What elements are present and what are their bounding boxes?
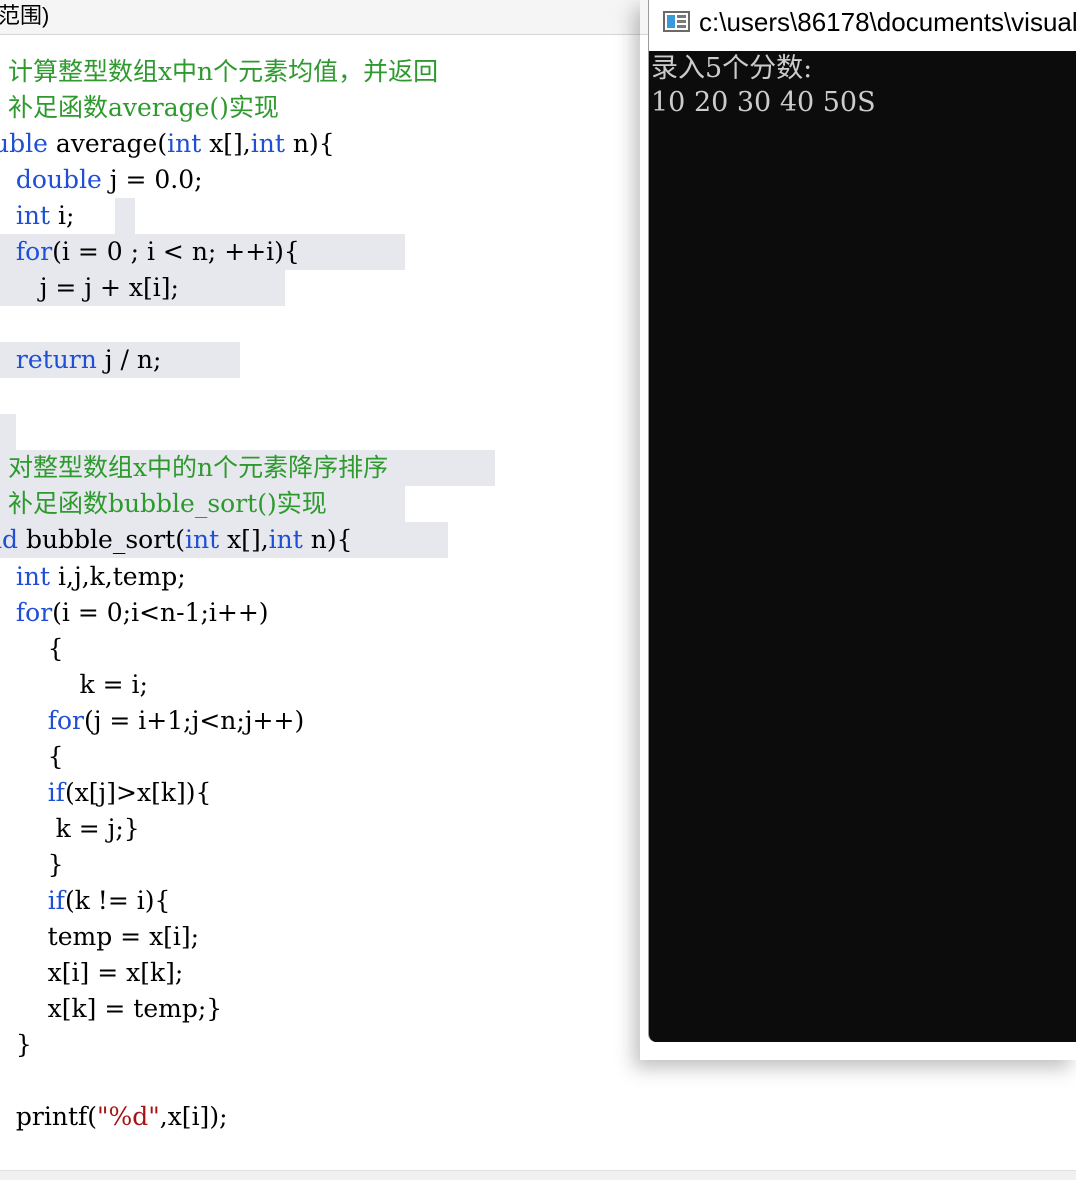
code-token: (j = i+1;j<n;j++) [83,706,305,735]
console-title: c:\users\86178\documents\visual [699,7,1076,37]
code-token: k = i; [0,670,148,699]
code-line[interactable]: } [0,848,64,882]
code-line[interactable]: 计算整型数组x中n个元素均值，并返回 [0,55,438,89]
code-keyword: double [15,165,102,194]
code-token: (i = 0;i<n-1;i++) [52,598,269,627]
console-output: 录入5个分数: 10 20 30 40 50S [649,51,1076,1042]
code-keyword: int [15,562,51,591]
code-token: j = j + x[i]; [0,273,179,302]
code-token: j = 0.0; [101,165,203,194]
code-line[interactable]: return j / n; [0,343,162,377]
code-line[interactable]: k = i; [0,668,148,702]
code-token: (x[j]>x[k]){ [64,778,212,807]
code-line[interactable]: x[i] = x[k]; [0,956,184,990]
code-token: x[k] = temp;} [0,994,223,1023]
code-line[interactable]: 补足函数average()实现 [0,91,279,125]
scope-header: 范围) [0,0,660,35]
code-line[interactable]: k = j;} [0,812,140,846]
code-line[interactable]: for(i = 0;i<n-1;i++) [0,596,269,630]
code-token: i,j,k,temp; [50,562,186,591]
code-keyword: if [47,886,65,915]
code-line[interactable]: j = j + x[i]; [0,271,179,305]
console-output-line: 10 20 30 40 50S [651,87,876,118]
code-keyword: int [167,129,202,158]
code-line[interactable]: int i; [0,199,75,233]
code-keyword: for [15,598,53,627]
code-token: n){ [302,525,353,554]
code-keyword: uble [0,129,48,158]
code-line[interactable]: } [0,1028,32,1062]
code-keyword: id [0,525,18,554]
code-keyword: int [184,525,220,554]
line-highlight [0,414,16,450]
code-line[interactable]: printf("%d",x[i]); [0,1100,228,1134]
code-line[interactable]: uble average(int x[],int n){ [0,127,335,161]
code-line[interactable]: if(x[j]>x[k]){ [0,776,212,810]
code-token: j / n; [96,345,162,374]
code-keyword: int [268,525,303,554]
code-line[interactable]: for(j = i+1;j<n;j++) [0,704,305,738]
code-keyword: for [47,706,84,735]
code-line[interactable]: if(k != i){ [0,884,171,918]
code-token: printf( [0,1102,97,1131]
code-line[interactable]: { [0,740,64,774]
code-token: (i = 0 ; i < n; ++i){ [52,237,300,266]
code-token: i; [50,201,75,230]
code-keyword: for [15,237,53,266]
code-line[interactable]: 对整型数组x中的n个元素降序排序 [0,451,388,485]
code-token: x[], [219,525,269,554]
code-line[interactable]: id bubble_sort(int x[],int n){ [0,523,353,557]
code-token: k = j;} [0,814,140,843]
code-keyword: if [47,778,65,807]
code-line[interactable]: double j = 0.0; [0,163,203,197]
code-line[interactable]: int i,j,k,temp; [0,560,186,594]
code-token: (k != i){ [64,886,171,915]
code-line[interactable]: { [0,632,64,666]
code-comment: 计算整型数组x中n个元素均值，并返回 [0,57,439,86]
code-string: "%d" [97,1102,160,1131]
code-token: average( [47,129,168,158]
scope-label: 范围) [0,3,50,28]
code-area[interactable]: 计算整型数组x中n个元素均值，并返回 补足函数average()实现 uble a… [0,0,660,1170]
code-line[interactable]: temp = x[i]; [0,920,199,954]
code-token: bubble_sort( [18,525,185,554]
code-token: } [0,1030,32,1059]
code-line[interactable]: 补足函数bubble_sort()实现 [0,487,327,521]
code-keyword: int [15,201,51,230]
code-comment: 补足函数average()实现 [0,93,279,122]
code-token: { [0,742,64,771]
code-token: x[i] = x[k]; [0,958,184,987]
code-token: { [0,634,64,663]
code-line[interactable]: for(i = 0 ; i < n; ++i){ [0,235,300,269]
code-comment: 补足函数bubble_sort()实现 [0,489,327,518]
code-token: } [0,850,64,879]
code-token: n){ [284,129,335,158]
code-line[interactable]: x[k] = temp;} [0,992,222,1026]
console-output-line: 录入5个分数: [651,53,813,84]
code-token: temp = x[i]; [0,922,200,951]
line-highlight [115,198,135,234]
code-keyword: int [250,129,285,158]
code-comment: 对整型数组x中的n个元素降序排序 [0,453,389,482]
code-keyword: return [15,345,97,374]
console-title-bar[interactable]: c:\users\86178\documents\visual [649,0,1076,51]
code-token: ,x[i]); [159,1102,228,1131]
console-window-icon [663,11,690,32]
console-window[interactable]: c:\users\86178\documents\visual 录入5个分数: … [648,0,1076,1042]
code-token: x[], [201,129,251,158]
